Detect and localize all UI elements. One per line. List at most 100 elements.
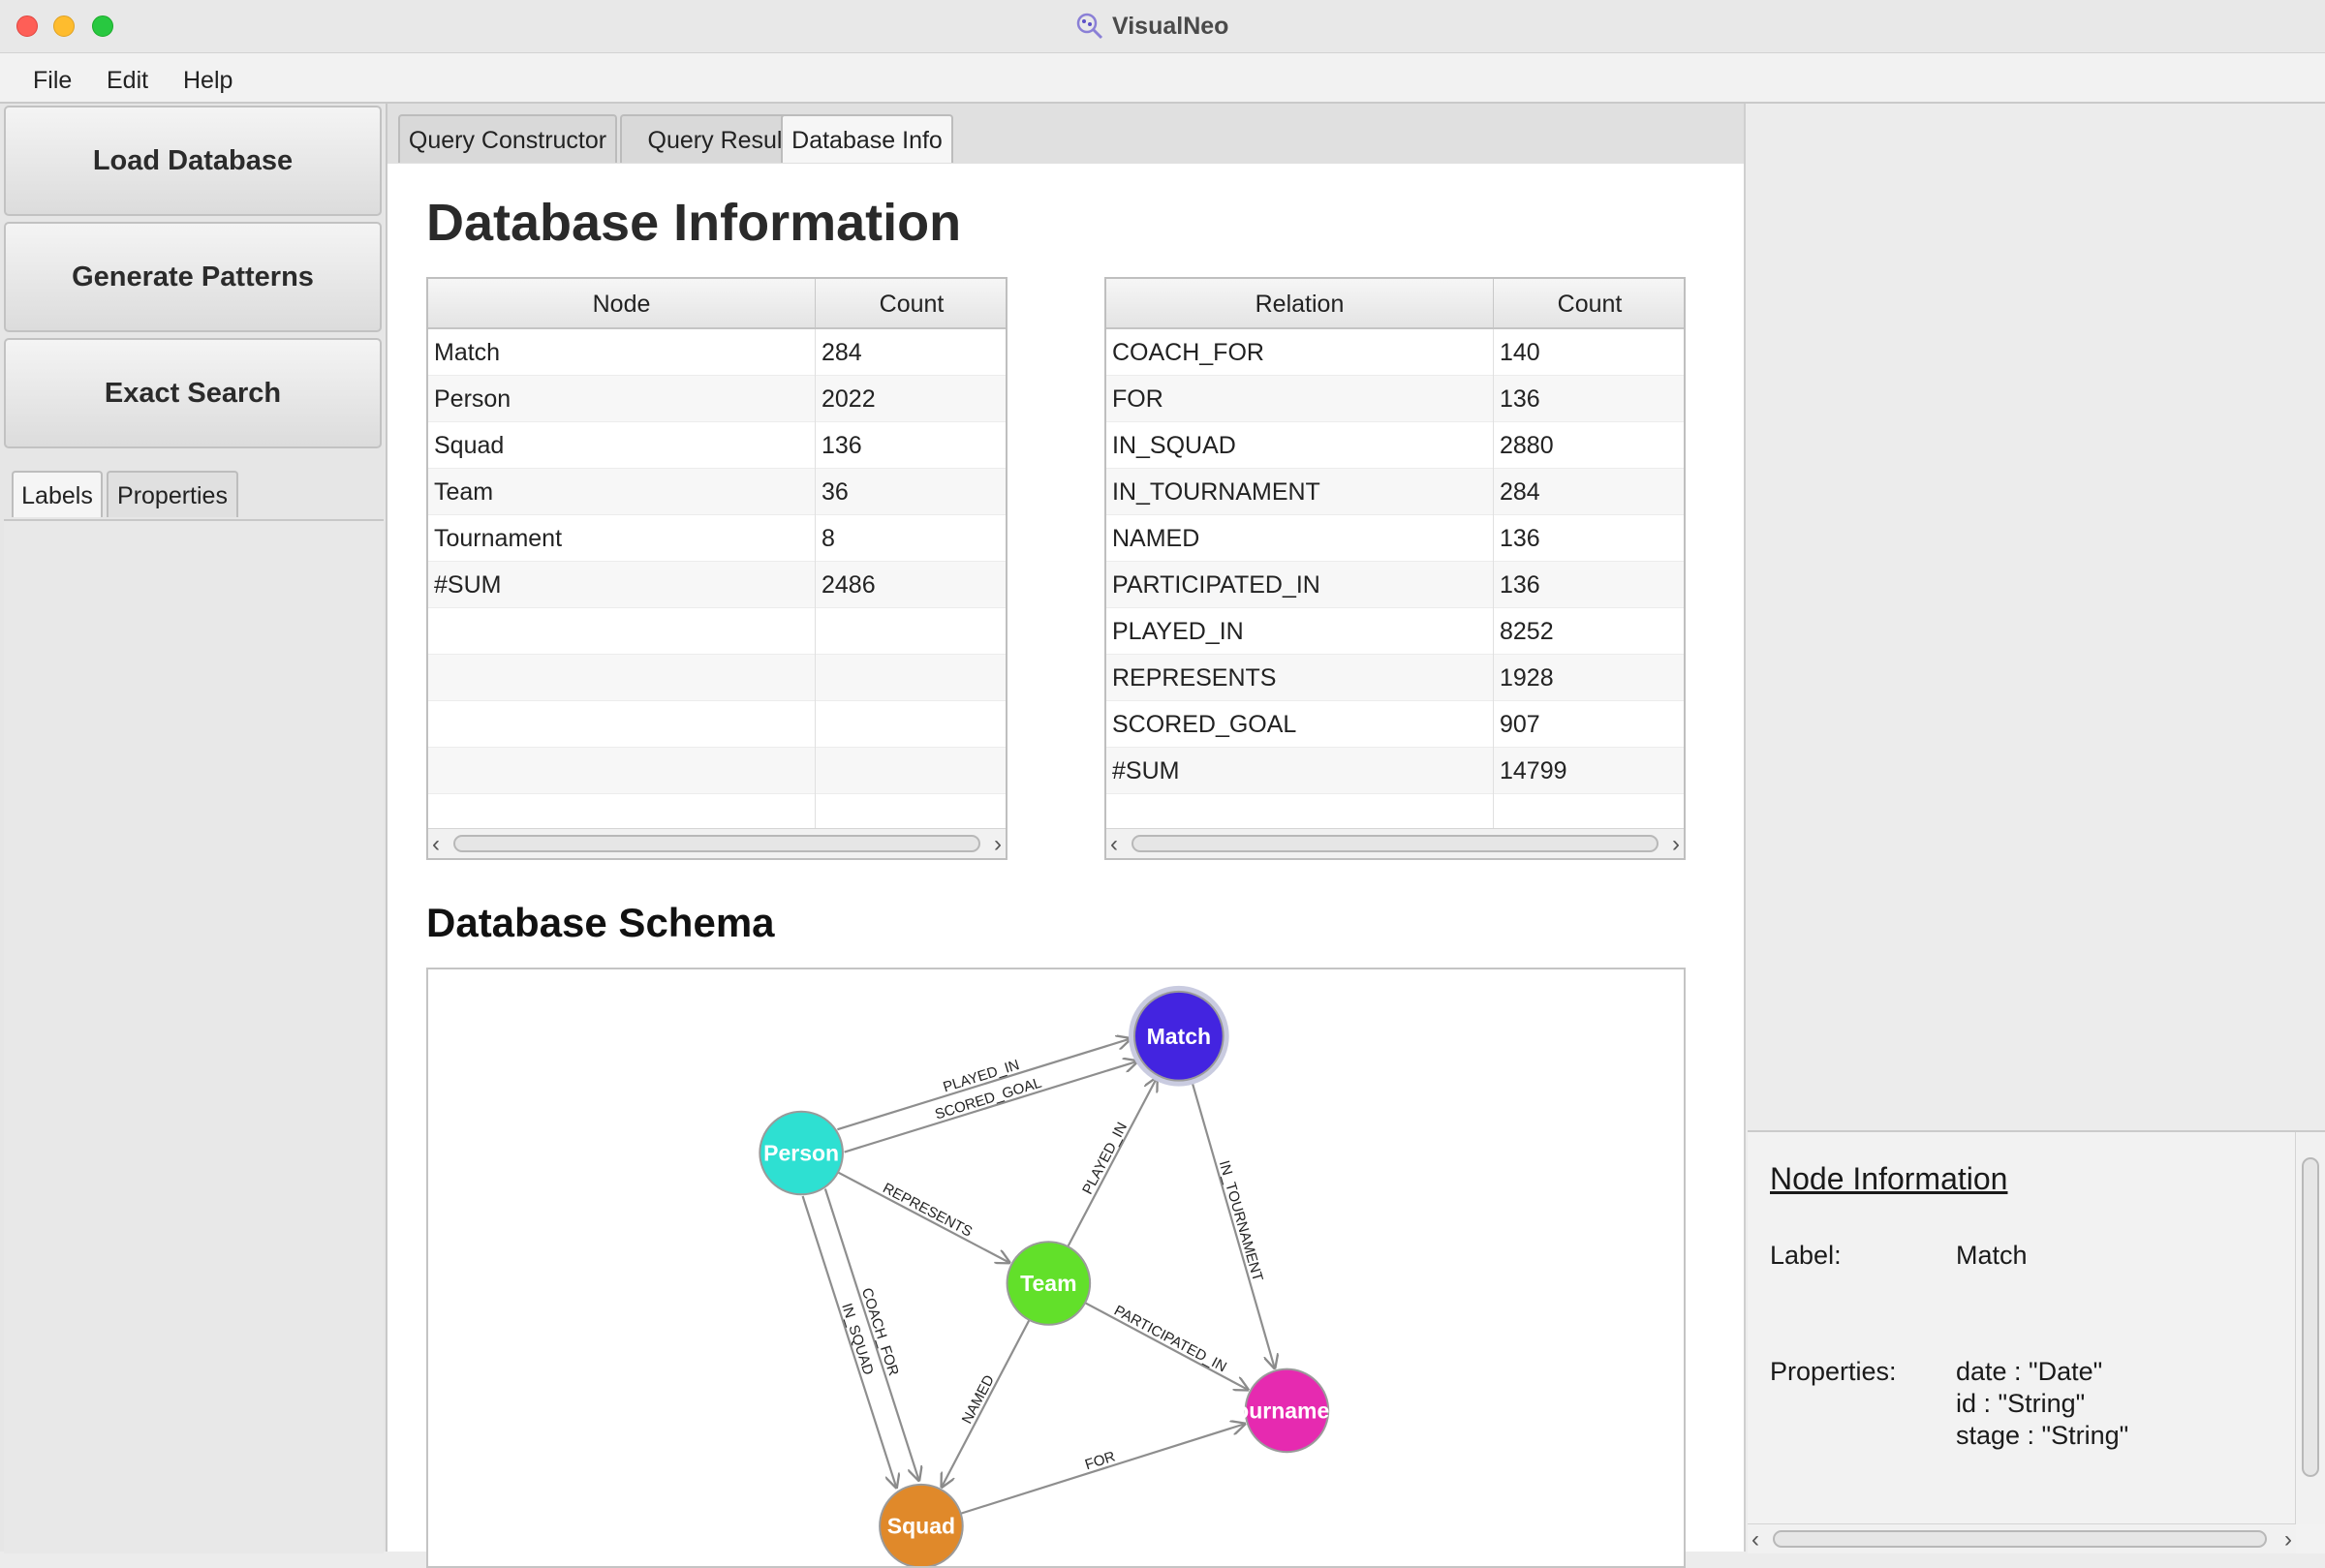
- relation-name-cell: SCORED_GOAL: [1106, 701, 1494, 748]
- node-name-cell: Team: [428, 469, 816, 515]
- node-count-cell: 8: [822, 525, 835, 552]
- relation-count-cell: 284: [1500, 478, 1540, 506]
- relation-count-cell: 136: [1500, 385, 1540, 413]
- page-title: Database Information: [426, 194, 962, 252]
- scroll-left-icon[interactable]: ‹: [432, 831, 440, 858]
- relation-table-hscrollbar[interactable]: ‹ ›: [1106, 828, 1684, 858]
- scroll-thumb[interactable]: [2302, 1157, 2319, 1477]
- scroll-right-icon[interactable]: ›: [994, 831, 1002, 858]
- relation-count-cell: 907: [1500, 711, 1540, 738]
- title-bar: VisualNeo: [0, 0, 2325, 53]
- window-title-text: VisualNeo: [1112, 12, 1229, 40]
- node-name-cell: [428, 748, 816, 794]
- column-header-count[interactable]: Count: [1494, 279, 1686, 327]
- load-database-button[interactable]: Load Database: [4, 106, 382, 216]
- node-info-title: Node Information: [1770, 1161, 2008, 1196]
- node-name-cell: [428, 655, 816, 701]
- node-table-hscrollbar[interactable]: ‹ ›: [428, 828, 1006, 858]
- node-name-cell: Tournament: [428, 515, 816, 562]
- relation-name-cell: #SUM: [1106, 748, 1494, 794]
- scroll-left-icon[interactable]: ‹: [1110, 831, 1118, 858]
- relation-name-cell: PLAYED_IN: [1106, 608, 1494, 655]
- table-row[interactable]: IN_SQUAD 2880: [1106, 422, 1684, 469]
- scroll-thumb[interactable]: [1132, 835, 1658, 852]
- schema-title: Database Schema: [426, 900, 775, 945]
- generate-patterns-button[interactable]: Generate Patterns: [4, 222, 382, 332]
- zoom-window-button[interactable]: [92, 15, 113, 37]
- table-row[interactable]: FOR 136: [1106, 376, 1684, 422]
- table-row: [428, 655, 1006, 701]
- table-row[interactable]: #SUM 14799: [1106, 748, 1684, 794]
- relation-name-cell: IN_SQUAD: [1106, 422, 1494, 469]
- window-title: VisualNeo: [1075, 0, 1228, 52]
- node-information-panel: Node Information Label: Match Properties…: [1748, 1130, 2325, 1553]
- schema-graph[interactable]: PLAYED_IN SCORED_GOAL REPRESENTS IN_SQUAD CO…: [426, 968, 1686, 1568]
- relation-name-cell: PARTICIPATED_IN: [1106, 562, 1494, 608]
- column-header-node[interactable]: Node: [428, 279, 816, 327]
- node-info-hscrollbar[interactable]: ‹ ›: [1748, 1523, 2296, 1553]
- left-panel: Load Database Generate Patterns Exact Se…: [0, 104, 388, 1553]
- minimize-window-button[interactable]: [53, 15, 75, 37]
- node-count-cell: [816, 608, 1008, 655]
- relation-count-cell: 8252: [1500, 618, 1554, 645]
- schema-node-label: Tournament: [1224, 1398, 1351, 1423]
- app-logo-icon: [1076, 13, 1103, 40]
- table-row: [428, 608, 1006, 655]
- properties-key: Properties:: [1770, 1357, 1897, 1386]
- label-value: Match: [1956, 1241, 2028, 1270]
- table-row[interactable]: #SUM 2486: [428, 562, 1006, 608]
- table-row[interactable]: Team 36: [428, 469, 1006, 515]
- menu-file[interactable]: File: [33, 53, 72, 102]
- table-row[interactable]: Person 2022: [428, 376, 1006, 422]
- scroll-thumb[interactable]: [1773, 1530, 2267, 1548]
- node-info-vscrollbar[interactable]: [2295, 1132, 2325, 1524]
- node-count-cell: 136: [822, 432, 862, 459]
- menu-help[interactable]: Help: [183, 53, 232, 102]
- menu-bar: File Edit Help: [0, 53, 2325, 104]
- scroll-left-icon[interactable]: ‹: [1752, 1526, 1759, 1553]
- relation-count-table[interactable]: Relation Count COACH_FOR 140 FOR 136 IN_SQUA…: [1104, 277, 1686, 860]
- node-name-cell: Match: [428, 329, 816, 376]
- column-header-relation[interactable]: Relation: [1106, 279, 1494, 327]
- node-name-cell: [428, 701, 816, 748]
- table-row[interactable]: SCORED_GOAL 907: [1106, 701, 1684, 748]
- tab-database-info[interactable]: Database Info: [781, 114, 953, 163]
- table-row[interactable]: NAMED 136: [1106, 515, 1684, 562]
- scroll-right-icon[interactable]: ›: [1672, 831, 1680, 858]
- scroll-thumb[interactable]: [453, 835, 980, 852]
- tab-query-constructor[interactable]: Query Constructor: [398, 114, 617, 163]
- column-header-count[interactable]: Count: [816, 279, 1008, 327]
- table-row[interactable]: PARTICIPATED_IN 136: [1106, 562, 1684, 608]
- table-row[interactable]: Tournament 8: [428, 515, 1006, 562]
- tab-properties[interactable]: Properties: [107, 471, 238, 517]
- node-name-cell: Squad: [428, 422, 816, 469]
- table-row[interactable]: Squad 136: [428, 422, 1006, 469]
- menu-edit[interactable]: Edit: [107, 53, 148, 102]
- table-row[interactable]: COACH_FOR 140: [1106, 329, 1684, 376]
- table-row: [428, 748, 1006, 794]
- close-window-button[interactable]: [16, 15, 38, 37]
- schema-graph-canvas[interactable]: PLAYED_INSCORED_GOALREPRESENTSIN_SQUADCO…: [428, 969, 1684, 1566]
- relation-count-cell: 1928: [1500, 664, 1554, 692]
- tab-labels[interactable]: Labels: [12, 471, 103, 517]
- node-count-cell: 284: [822, 339, 862, 366]
- relation-name-cell: FOR: [1106, 376, 1494, 422]
- property-2: stage : "String": [1956, 1421, 2129, 1450]
- node-count-table[interactable]: Node Count Match 284 Person 2022 Squad 136 Tea…: [426, 277, 1008, 860]
- table-row[interactable]: REPRESENTS 1928: [1106, 655, 1684, 701]
- exact-search-button[interactable]: Exact Search: [4, 338, 382, 448]
- label-key: Label:: [1770, 1241, 1842, 1270]
- database-info-content: Database Information Node Count Match 284…: [388, 164, 1744, 1568]
- table-row[interactable]: PLAYED_IN 8252: [1106, 608, 1684, 655]
- node-count-cell: [816, 655, 1008, 701]
- schema-node-label: Match: [1147, 1024, 1211, 1049]
- schema-node-label: Team: [1020, 1271, 1076, 1296]
- table-row[interactable]: Match 284: [428, 329, 1006, 376]
- table-row[interactable]: IN_TOURNAMENT 284: [1106, 469, 1684, 515]
- scroll-right-icon[interactable]: ›: [2284, 1526, 2292, 1553]
- schema-edge-label: PARTICIPATED_IN: [1111, 1303, 1229, 1376]
- relation-count-cell: 14799: [1500, 757, 1567, 784]
- node-count-cell: [816, 701, 1008, 748]
- schema-edge-label: REPRESENTS: [880, 1180, 975, 1240]
- schema-edge-label: PLAYED_IN: [1079, 1120, 1131, 1197]
